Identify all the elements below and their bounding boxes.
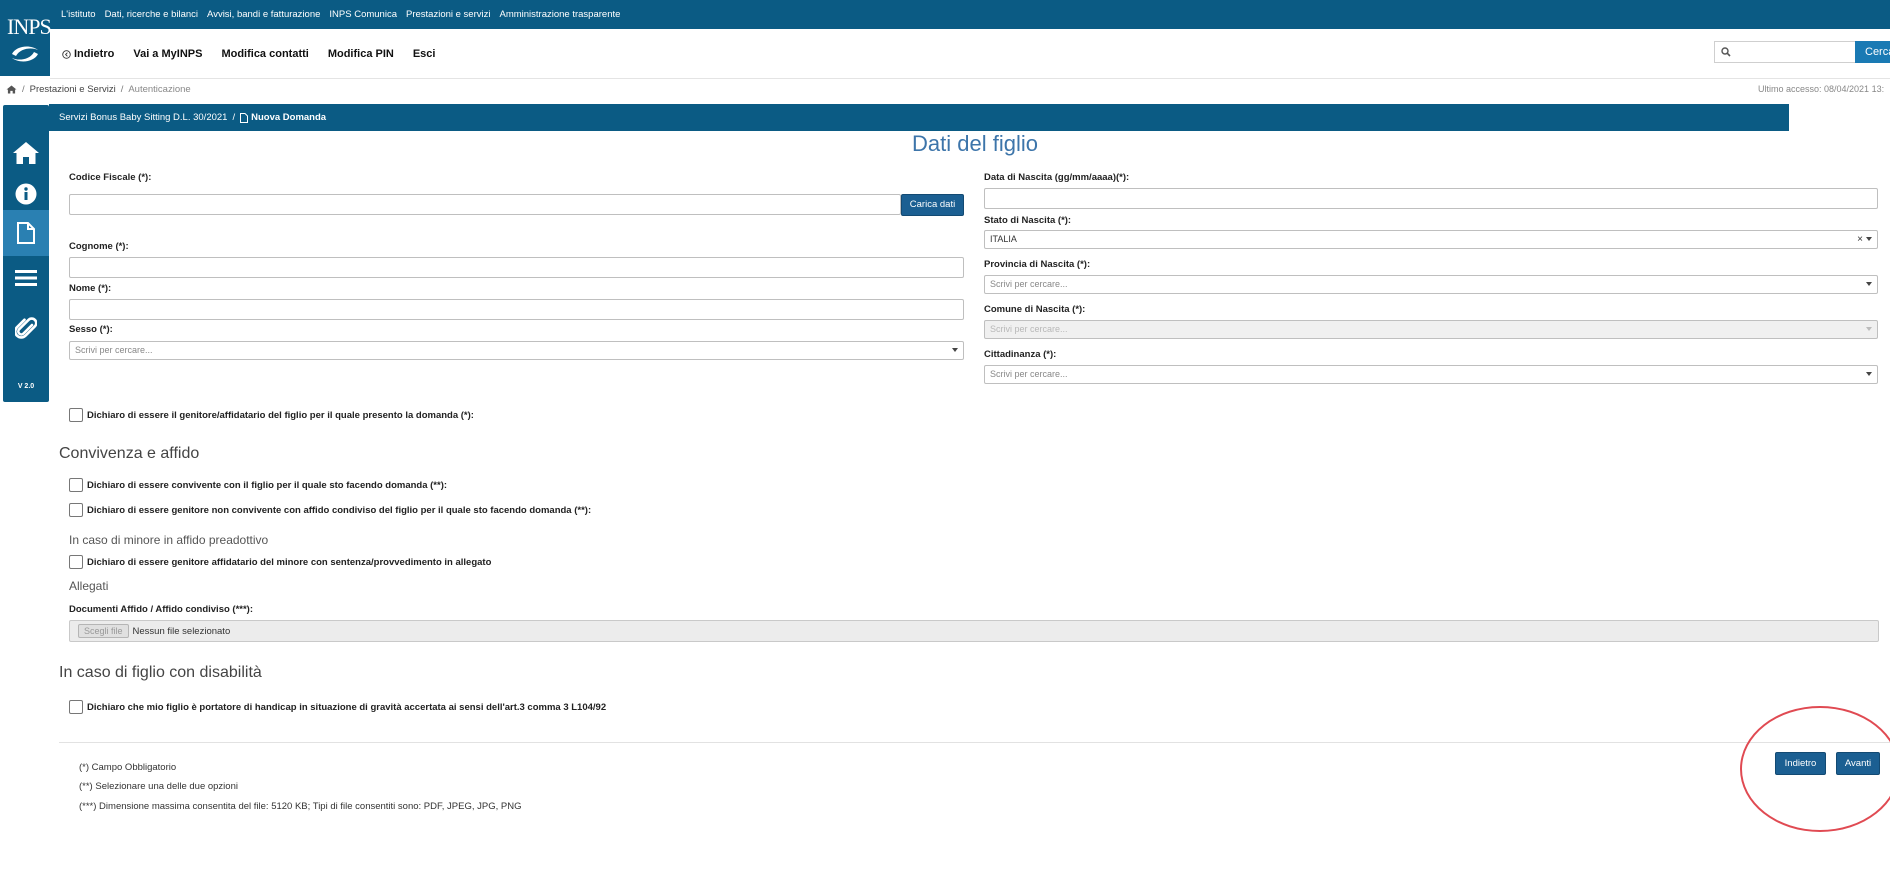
document-icon <box>17 222 35 244</box>
sesso-select[interactable]: Scrivi per cercare... <box>69 341 964 360</box>
cognome-input[interactable] <box>69 257 964 278</box>
handicap-checkbox[interactable] <box>69 700 83 714</box>
provincia-placeholder: Scrivi per cercare... <box>990 279 1068 289</box>
main-nav: Indietro Vai a MyINPS Modifica contatti … <box>50 29 1890 79</box>
search-input[interactable] <box>1737 43 1847 61</box>
version-label: V 2.0 <box>17 383 35 390</box>
logo-swirl-icon <box>12 46 38 62</box>
search-button[interactable]: Cerca <box>1855 41 1890 63</box>
search-icon <box>1721 47 1731 57</box>
stato-nascita-label: Stato di Nascita (*): <box>984 215 1072 226</box>
highlight-annotation <box>1740 706 1890 832</box>
breadcrumb-services[interactable]: Prestazioni e Servizi <box>30 84 116 95</box>
note-options: (**) Selezionare una delle due opzioni <box>79 781 238 792</box>
service-title-bar: Servizi Bonus Baby Sitting D.L. 30/2021 … <box>49 104 1789 131</box>
cittadinanza-label: Cittadinanza (*): <box>984 349 1057 360</box>
paperclip-icon <box>15 317 37 339</box>
search-box <box>1714 41 1855 63</box>
chevron-down-icon <box>952 348 958 352</box>
new-request-crumb: Nuova Domanda <box>240 112 326 123</box>
breadcrumb-auth: Autenticazione <box>128 84 191 95</box>
sidebar-item-attachments[interactable] <box>3 305 49 351</box>
divider <box>59 742 1890 743</box>
chevron-down-icon <box>1866 372 1872 376</box>
nav-pin-link[interactable]: Modifica PIN <box>328 48 394 60</box>
sidebar-item-document[interactable] <box>3 210 49 256</box>
new-request-label: Nuova Domanda <box>251 112 327 123</box>
nav-myinps-link[interactable]: Vai a MyINPS <box>133 48 202 60</box>
note-file-size: (***) Dimensione massima consentita del … <box>79 801 522 812</box>
data-nascita-input[interactable] <box>984 188 1878 209</box>
logo-text: INPS <box>7 14 52 39</box>
top-link-trasparente[interactable]: Amministrazione trasparente <box>499 9 620 20</box>
nav-contacts-link[interactable]: Modifica contatti <box>221 48 308 60</box>
top-link-prestazioni[interactable]: Prestazioni e servizi <box>406 9 490 20</box>
genitore-checkbox[interactable] <box>69 408 83 422</box>
stato-nascita-select[interactable]: ITALIA × <box>984 230 1878 249</box>
breadcrumb-separator: / <box>120 84 124 95</box>
chevron-down-icon <box>1866 282 1872 286</box>
handicap-label: Dichiaro che mio figlio è portatore di h… <box>87 702 607 713</box>
choose-file-button[interactable]: Scegli file <box>78 624 129 638</box>
cittadinanza-placeholder: Scrivi per cercare... <box>990 369 1068 379</box>
affidatario-checkbox[interactable] <box>69 555 83 569</box>
comune-select[interactable]: Scrivi per cercare... <box>984 320 1878 339</box>
service-title[interactable]: Servizi Bonus Baby Sitting D.L. 30/2021 <box>59 112 227 123</box>
codice-fiscale-label: Codice Fiscale (*): <box>69 172 152 183</box>
data-nascita-label: Data di Nascita (gg/mm/aaaa)(*): <box>984 172 1130 183</box>
top-link-dati[interactable]: Dati, ricerche e bilanci <box>105 9 198 20</box>
menu-icon <box>15 270 37 286</box>
breadcrumb: / Prestazioni e Servizi / Autenticazione <box>6 84 191 95</box>
nav-exit-link[interactable]: Esci <box>413 48 436 60</box>
carica-dati-button[interactable]: Carica dati <box>901 194 964 216</box>
page-title: Dati del figlio <box>912 131 1038 156</box>
stato-nascita-value: ITALIA <box>990 234 1017 244</box>
note-required: (*) Campo Obbligatorio <box>79 762 177 773</box>
chevron-down-icon <box>1866 237 1872 241</box>
disabilita-section-title: In caso di figlio con disabilità <box>59 664 262 681</box>
comune-label: Comune di Nascita (*): <box>984 304 1086 315</box>
title-separator: / <box>232 112 236 123</box>
convivente-checkbox[interactable] <box>69 478 83 492</box>
convivente-label: Dichiaro di essere convivente con il fig… <box>87 480 448 491</box>
sesso-placeholder: Scrivi per cercare... <box>75 345 153 355</box>
codice-fiscale-input[interactable] <box>69 194 901 215</box>
sesso-label: Sesso (*): <box>69 324 113 335</box>
provincia-label: Provincia di Nascita (*): <box>984 259 1091 270</box>
cittadinanza-select[interactable]: Scrivi per cercare... <box>984 365 1878 384</box>
top-links: L'istituto Dati, ricerche e bilanci Avvi… <box>61 0 620 29</box>
file-status-text: Nessun file selezionato <box>132 625 231 637</box>
preadottivo-subtitle: In caso di minore in affido preadottivo <box>69 533 269 547</box>
comune-placeholder: Scrivi per cercare... <box>990 324 1068 334</box>
inps-logo[interactable]: INPS <box>0 0 52 76</box>
nav-back-label: Indietro <box>74 48 115 60</box>
cognome-label: Cognome (*): <box>69 241 129 252</box>
affidatario-label: Dichiaro di essere genitore affidatario … <box>87 557 492 568</box>
breadcrumb-separator: / <box>22 84 25 95</box>
top-link-avvisi[interactable]: Avvisi, bandi e fatturazione <box>207 9 320 20</box>
documenti-label: Documenti Affido / Affido condiviso (***… <box>69 604 254 615</box>
nav-back-link[interactable]: Indietro <box>62 48 114 60</box>
top-link-comunica[interactable]: INPS Comunica <box>329 9 397 20</box>
provincia-select[interactable]: Scrivi per cercare... <box>984 275 1878 294</box>
top-link-istituto[interactable]: L'istituto <box>61 9 96 20</box>
file-upload-field[interactable]: Scegli file Nessun file selezionato <box>69 620 1879 642</box>
non-convivente-label: Dichiaro di essere genitore non conviven… <box>87 505 592 516</box>
nome-input[interactable] <box>69 299 964 320</box>
home-icon[interactable] <box>6 85 17 94</box>
sidebar-item-menu[interactable] <box>3 255 49 301</box>
clear-icon[interactable]: × <box>1857 231 1863 248</box>
document-icon <box>240 112 249 123</box>
chevron-down-icon <box>1866 327 1872 331</box>
non-convivente-checkbox[interactable] <box>69 503 83 517</box>
arrow-left-circle-icon <box>62 49 71 59</box>
top-bar: L'istituto Dati, ricerche e bilanci Avvi… <box>0 0 1890 29</box>
info-icon <box>15 183 37 205</box>
nome-label: Nome (*): <box>69 283 112 294</box>
allegati-subtitle: Allegati <box>69 579 109 593</box>
last-access-text: Ultimo accesso: 08/04/2021 13: <box>1758 84 1885 94</box>
genitore-label: Dichiaro di essere il genitore/affidatar… <box>87 410 474 421</box>
convivenza-section-title: Convivenza e affido <box>59 445 200 462</box>
